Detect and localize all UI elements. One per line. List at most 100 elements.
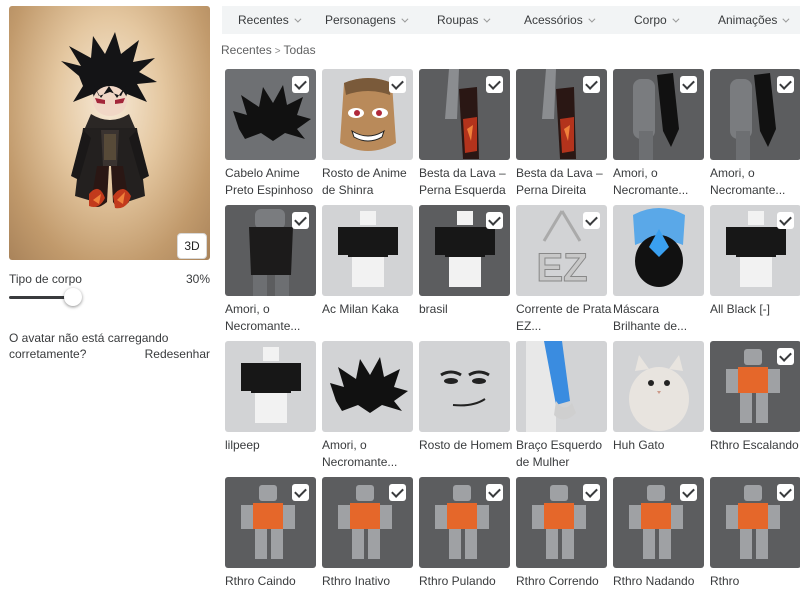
item-name: Rosto de Homem — [419, 438, 513, 452]
item-name: Rthro Nadando — [613, 574, 695, 588]
item-name: Máscara Brilhante de... — [613, 302, 688, 333]
item-name: Rthro Correndo — [516, 574, 599, 588]
chevron-down-icon — [483, 15, 491, 23]
tab-4[interactable]: Corpo — [634, 13, 680, 27]
item-name: Braço Esquerdo de Mulher — [516, 438, 603, 469]
item-name: brasil — [419, 302, 448, 316]
dark-torso-thumbnail[interactable] — [225, 205, 316, 296]
item-name: Rthro Pulando — [419, 574, 496, 588]
chevron-down-icon — [401, 15, 409, 23]
shirt-thumbnail[interactable] — [322, 205, 413, 296]
item-name: Amori, o Necromante... — [225, 302, 301, 333]
cat-icon — [629, 355, 689, 431]
checkmark-icon[interactable] — [680, 76, 697, 93]
checkmark-icon[interactable] — [680, 484, 697, 501]
category-tabs: Recentes Personagens Roupas Acessórios Corpo… — [222, 6, 800, 34]
animation-thumbnail[interactable] — [613, 477, 704, 568]
breadcrumb-separator: > — [274, 46, 281, 57]
item-name: Rosto de Anime de Shinra — [322, 166, 407, 197]
shirt-thumbnail[interactable] — [225, 341, 316, 432]
animation-thumbnail[interactable] — [419, 477, 510, 568]
tab-3[interactable]: Acessórios — [524, 13, 596, 27]
avatar-warning: O avatar não está carregando corretament… — [9, 330, 210, 362]
animation-thumbnail[interactable] — [710, 341, 800, 432]
tab-0[interactable]: Recentes — [238, 13, 302, 27]
animation-thumbnail[interactable] — [516, 477, 607, 568]
arm-thumbnail[interactable] — [516, 341, 607, 432]
lava-leg-thumbnail[interactable] — [419, 69, 510, 160]
body-type-slider[interactable] — [9, 287, 83, 307]
hair-thumbnail[interactable] — [225, 69, 316, 160]
item-name: Cabelo Anime Preto Espinhoso — [225, 166, 314, 197]
slider-thumb[interactable] — [64, 288, 83, 306]
avatar-preview[interactable]: 3D — [9, 6, 210, 260]
dark-arm-thumbnail[interactable] — [710, 69, 800, 160]
hair-icon — [330, 357, 408, 413]
checkmark-icon[interactable] — [583, 484, 600, 501]
checkmark-icon[interactable] — [777, 348, 794, 365]
shirt-thumbnail[interactable] — [419, 205, 510, 296]
tab-label: Acessórios — [524, 13, 583, 27]
chevron-down-icon — [672, 15, 680, 23]
dark-arm-thumbnail[interactable] — [613, 69, 704, 160]
checkmark-icon[interactable] — [389, 484, 406, 501]
item-name: Besta da Lava – Perna Direita — [516, 166, 603, 197]
item-name: Amori, o Necromante... — [613, 166, 689, 197]
view-3d-button[interactable]: 3D — [177, 233, 207, 259]
animation-thumbnail[interactable] — [322, 477, 413, 568]
checkmark-icon[interactable] — [777, 76, 794, 93]
item-name: Rthro Escalando — [710, 438, 799, 452]
chevron-down-icon — [782, 15, 790, 23]
checkmark-icon[interactable] — [777, 212, 794, 229]
item-name: Rthro Caindo — [225, 574, 296, 588]
body-type-row: Tipo de corpo 30% — [9, 272, 210, 288]
checkmark-icon[interactable] — [292, 484, 309, 501]
chevron-down-icon — [294, 15, 302, 23]
breadcrumb-all: Todas — [283, 43, 316, 57]
tab-2[interactable]: Roupas — [437, 13, 491, 27]
tab-label: Personagens — [325, 13, 396, 27]
avatar-figure-icon — [61, 32, 157, 209]
item-name: Corrente de Prata EZ... — [516, 302, 612, 333]
tab-1[interactable]: Personagens — [325, 13, 409, 27]
mask-thumbnail[interactable] — [613, 205, 704, 296]
checkmark-icon[interactable] — [292, 76, 309, 93]
checkmark-icon[interactable] — [777, 484, 794, 501]
item-name: Ac Milan Kaka — [322, 302, 399, 316]
face-head-thumbnail[interactable] — [322, 69, 413, 160]
avatar-panel: 3D Tipo de corpo 30% O avatar não está c… — [0, 0, 220, 586]
body-type-label: Tipo de corpo — [9, 272, 82, 286]
redraw-link[interactable]: Redesenhar — [145, 346, 210, 362]
checkmark-icon[interactable] — [389, 76, 406, 93]
checkmark-icon[interactable] — [583, 76, 600, 93]
tab-5[interactable]: Animações — [718, 13, 790, 27]
item-name: Besta da Lava – Perna Esquerda — [419, 166, 506, 197]
shirt-thumbnail[interactable] — [710, 205, 800, 296]
animation-thumbnail[interactable] — [710, 477, 800, 568]
item-name: Rthro Inativo — [322, 574, 391, 588]
face-icon — [440, 370, 490, 407]
tab-label: Recentes — [238, 13, 289, 27]
breadcrumb-recent[interactable]: Recentes — [221, 43, 272, 57]
shirt-icon — [338, 211, 398, 287]
item-name: lilpeep — [225, 438, 260, 452]
warning-line-1: O avatar não está carregando — [9, 331, 169, 345]
checkmark-icon[interactable] — [486, 212, 503, 229]
breadcrumb: Recentes > Todas — [221, 43, 316, 57]
hair-thumbnail[interactable] — [322, 341, 413, 432]
face-thumbnail[interactable] — [419, 341, 510, 432]
svg-text:EZ: EZ — [536, 246, 587, 290]
tab-label: Corpo — [634, 13, 667, 27]
checkmark-icon[interactable] — [292, 212, 309, 229]
lava-leg-thumbnail[interactable] — [516, 69, 607, 160]
item-name: Amori, o Necromante... — [710, 166, 786, 197]
checkmark-icon[interactable] — [486, 76, 503, 93]
animation-thumbnail[interactable] — [225, 477, 316, 568]
body-type-value: 30% — [185, 272, 210, 286]
cat-thumbnail[interactable] — [613, 341, 704, 432]
chain-thumbnail[interactable]: EZ — [516, 205, 607, 296]
item-name: Huh Gato — [613, 438, 665, 452]
item-name: Amori, o Necromante... — [322, 438, 398, 469]
checkmark-icon[interactable] — [486, 484, 503, 501]
checkmark-icon[interactable] — [583, 212, 600, 229]
